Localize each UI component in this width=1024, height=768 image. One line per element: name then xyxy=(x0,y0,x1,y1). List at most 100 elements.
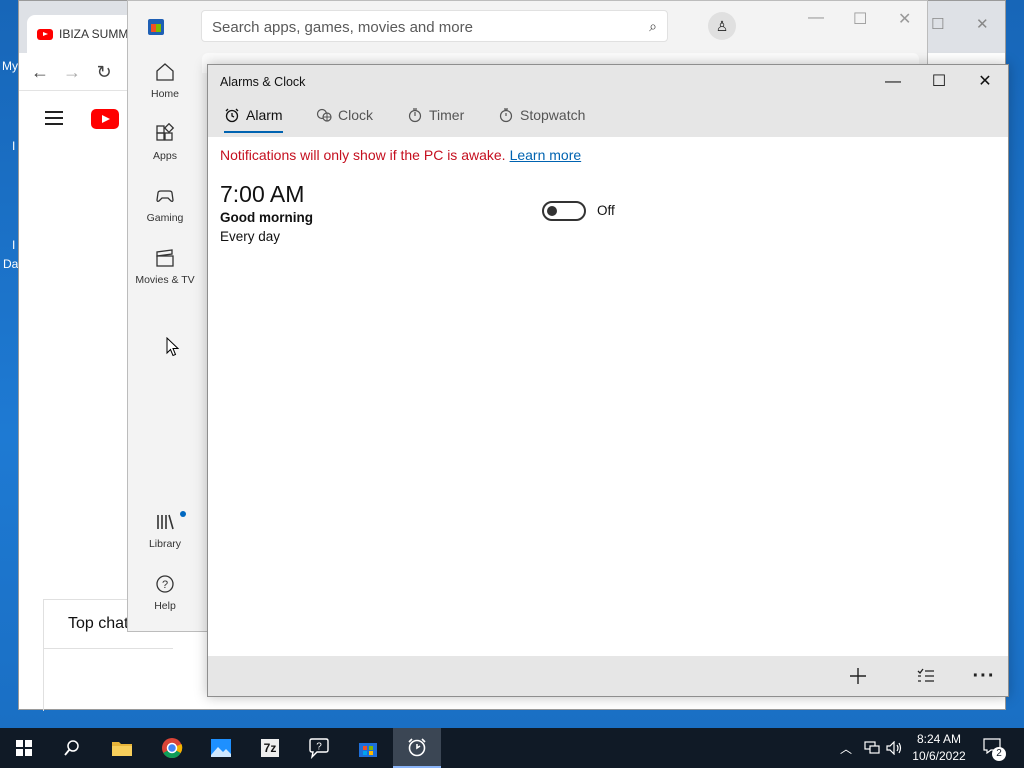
more-icon: ··· xyxy=(972,665,996,687)
alarm-name: Good morning xyxy=(220,210,313,225)
taskbar: 7z ? ︿ 8:24 AM 10/6/2022 2 xyxy=(0,728,1024,768)
alarms-window: Alarms & Clock — ☐ ✕ Alarm Clock Timer S… xyxy=(207,64,1009,697)
desktop-icon-label[interactable]: Da xyxy=(3,257,18,271)
help-chat-icon: ? xyxy=(309,738,329,759)
reload-icon[interactable]: ↻ xyxy=(93,61,115,83)
taskbar-get-help[interactable]: ? xyxy=(295,728,343,768)
gamepad-icon xyxy=(156,190,174,202)
store-search-placeholder: Search apps, games, movies and more xyxy=(212,19,473,36)
alarms-tabs: Alarm Clock Timer Stopwatch xyxy=(208,99,1008,137)
nav-item-help[interactable]: ? Help xyxy=(128,573,202,612)
taskbar-chrome[interactable] xyxy=(148,728,196,768)
account-avatar-icon[interactable]: ♙ xyxy=(708,12,736,40)
home-icon xyxy=(156,63,174,81)
awake-notice: Notifications will only show if the PC i… xyxy=(220,147,581,163)
alarm-time: 7:00 AM xyxy=(220,181,305,207)
minimize-button[interactable]: — xyxy=(870,65,916,99)
add-alarm-button[interactable] xyxy=(842,662,874,690)
svg-text:?: ? xyxy=(316,742,322,753)
desktop-icon-label[interactable]: My xyxy=(2,59,18,73)
forward-arrow-icon[interactable]: → xyxy=(61,61,83,83)
chrome-close-icon[interactable]: ✕ xyxy=(976,15,989,33)
world-clock-icon xyxy=(316,108,332,122)
start-button[interactable] xyxy=(0,728,48,768)
tab-stopwatch[interactable]: Stopwatch xyxy=(498,107,585,135)
tab-label: Timer xyxy=(429,107,465,123)
library-icon xyxy=(157,514,174,530)
store-maximize-icon[interactable]: ☐ xyxy=(853,9,867,29)
alarms-titlebar[interactable]: Alarms & Clock — ☐ ✕ xyxy=(208,65,1008,99)
clock-time: 8:24 AM xyxy=(916,732,962,746)
nav-item-label: Home xyxy=(150,88,179,100)
nav-item-label: Gaming xyxy=(146,212,184,224)
chrome-maximize-icon[interactable]: ☐ xyxy=(931,15,944,33)
command-bar: ··· xyxy=(208,656,1008,696)
add-icon xyxy=(850,668,866,684)
select-list-icon xyxy=(917,668,934,682)
timer-icon xyxy=(408,108,422,123)
network-icon[interactable] xyxy=(864,728,880,768)
chevron-up-icon[interactable]: ︿ xyxy=(840,728,852,768)
taskbar-7zip[interactable]: 7z xyxy=(246,728,294,768)
taskbar-clock[interactable]: 8:24 AM 10/6/2022 xyxy=(906,731,972,765)
alarm-toggle[interactable] xyxy=(542,201,586,221)
tab-clock[interactable]: Clock xyxy=(316,107,373,135)
select-alarms-button[interactable] xyxy=(910,662,942,690)
notice-text: Notifications will only show if the PC i… xyxy=(220,147,506,163)
tab-timer[interactable]: Timer xyxy=(407,107,464,135)
taskbar-file-explorer[interactable] xyxy=(98,728,146,768)
toggle-knob xyxy=(547,206,557,216)
search-icon xyxy=(64,740,79,756)
chrome-tab[interactable]: IBIZA SUMM xyxy=(27,15,137,53)
store-logo-icon xyxy=(148,19,164,35)
store-close-icon[interactable]: ✕ xyxy=(898,9,911,29)
taskbar-search-button[interactable] xyxy=(48,728,96,768)
svg-text:?: ? xyxy=(162,579,168,591)
search-icon[interactable]: ⌕ xyxy=(649,18,657,35)
desktop-icon-label[interactable]: I xyxy=(12,139,15,153)
store-icon xyxy=(359,743,377,757)
clapperboard-icon xyxy=(156,249,174,267)
file-explorer-icon xyxy=(112,742,132,756)
chrome-tab-title: IBIZA SUMM xyxy=(59,27,129,41)
store-minimize-icon[interactable]: — xyxy=(808,9,824,27)
more-options-button[interactable]: ··· xyxy=(968,662,1000,690)
nav-item-home[interactable]: Home xyxy=(128,61,202,100)
hamburger-menu-icon[interactable] xyxy=(45,111,63,125)
maximize-button[interactable]: ☐ xyxy=(916,65,962,99)
clock-date: 10/6/2022 xyxy=(912,749,966,763)
window-title: Alarms & Clock xyxy=(220,75,306,89)
tab-label: Clock xyxy=(338,107,374,123)
chrome-icon xyxy=(162,738,183,759)
youtube-favicon-icon xyxy=(37,28,53,40)
apps-icon xyxy=(156,123,175,141)
nav-item-label: Help xyxy=(154,600,176,612)
7zip-icon: 7z xyxy=(260,739,280,757)
nav-item-apps[interactable]: Apps xyxy=(128,123,202,162)
top-chat-label: Top chat xyxy=(68,615,129,632)
youtube-logo-icon[interactable] xyxy=(91,109,119,129)
start-icon xyxy=(16,740,32,756)
desktop-icon-label[interactable]: I xyxy=(12,238,15,252)
volume-icon[interactable] xyxy=(886,728,904,768)
toggle-state-label: Off xyxy=(597,203,615,218)
nav-item-label: Library xyxy=(148,538,182,550)
photos-icon xyxy=(211,739,231,757)
store-titlebar: Search apps, games, movies and more ⌕ ♙ … xyxy=(128,1,927,51)
taskbar-alarms[interactable] xyxy=(393,728,441,768)
tab-active-indicator xyxy=(224,131,283,133)
taskbar-store[interactable] xyxy=(344,728,392,768)
nav-item-gaming[interactable]: Gaming xyxy=(128,185,202,224)
nav-item-movies[interactable]: Movies & TV xyxy=(128,247,202,286)
back-arrow-icon[interactable]: ← xyxy=(29,61,51,83)
library-update-badge xyxy=(180,511,186,517)
close-button[interactable]: ✕ xyxy=(962,65,1008,99)
alarm-repeat: Every day xyxy=(220,229,281,244)
learn-more-link[interactable]: Learn more xyxy=(510,147,582,163)
tab-label: Alarm xyxy=(246,107,283,123)
taskbar-photos[interactable] xyxy=(197,728,245,768)
tab-label: Stopwatch xyxy=(520,107,586,123)
nav-item-library[interactable]: Library xyxy=(128,511,202,550)
store-search-input[interactable]: Search apps, games, movies and more ⌕ xyxy=(201,10,668,42)
tab-alarm[interactable]: Alarm xyxy=(224,107,283,135)
